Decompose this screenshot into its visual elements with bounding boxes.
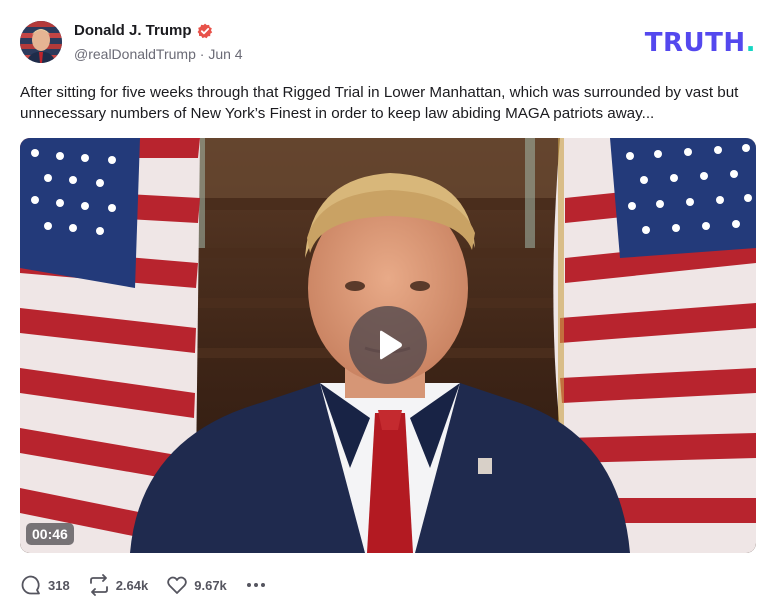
avatar[interactable] — [20, 21, 62, 63]
meta-separator: · — [199, 46, 205, 62]
verified-badge-icon — [197, 23, 212, 38]
avatar-image — [20, 21, 62, 63]
play-icon — [380, 330, 402, 360]
truth-logo[interactable]: TRUTH. — [645, 28, 756, 58]
reply-button[interactable]: 318 — [20, 574, 70, 596]
post-text: After sitting for five weeks through tha… — [20, 84, 739, 122]
logo-dot: . — [745, 28, 756, 58]
like-count: 9.67k — [194, 577, 227, 593]
video-duration: 00:46 — [26, 523, 74, 545]
video-player[interactable]: 00:46 — [20, 138, 756, 553]
logo-word: TRUTH — [644, 28, 746, 58]
more-button[interactable] — [245, 574, 267, 596]
reply-count: 318 — [48, 577, 70, 593]
author-handle[interactable]: @realDonaldTrump — [74, 46, 196, 62]
heart-icon — [167, 576, 188, 594]
like-button[interactable]: 9.67k — [166, 574, 227, 596]
more-icon — [246, 583, 265, 587]
truth-social-post: Donald J. Trump @realDonaldTrump · Jun 4… — [0, 0, 777, 615]
reply-icon — [21, 575, 40, 595]
action-bar: 318 2.64k 9.67k — [20, 571, 285, 599]
retruth-count: 2.64k — [115, 577, 149, 593]
author-name-row[interactable]: Donald J. Trump — [74, 22, 213, 39]
post-date[interactable]: Jun 4 — [208, 46, 242, 62]
retruth-button[interactable]: 2.64k — [88, 574, 149, 596]
retruth-icon — [89, 574, 108, 596]
author-meta: @realDonaldTrump · Jun 4 — [74, 46, 243, 62]
play-button[interactable] — [349, 306, 427, 384]
author-name[interactable]: Donald J. Trump — [74, 22, 192, 39]
